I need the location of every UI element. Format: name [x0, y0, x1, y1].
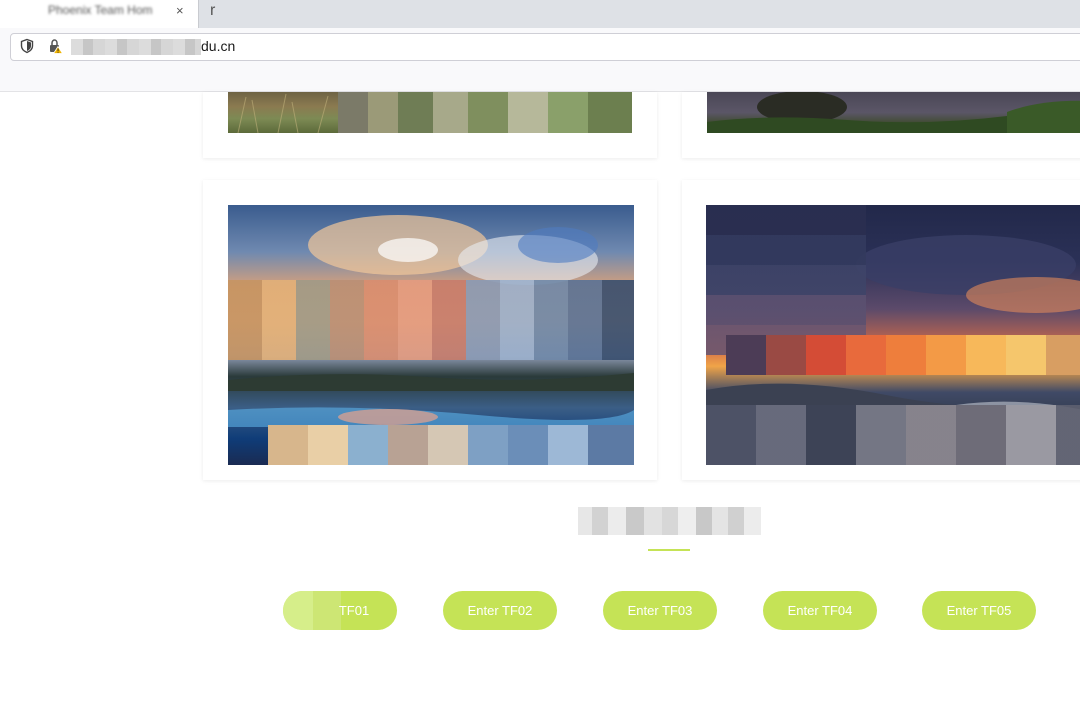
title-underline	[648, 549, 690, 551]
pixelated-region	[706, 405, 1080, 465]
enter-tf05-button[interactable]: Enter TF05	[922, 591, 1036, 630]
new-tab-icon[interactable]: r	[210, 2, 215, 20]
card-image[interactable]	[706, 205, 1080, 465]
pixelated-region	[283, 591, 341, 630]
tab-strip: Phoenix Team Hom × r	[0, 0, 1080, 28]
gallery-card	[203, 92, 657, 158]
enter-tf01-button[interactable]: TF01	[283, 591, 397, 630]
enter-tf02-button[interactable]: Enter TF02	[443, 591, 557, 630]
address-bar[interactable]: du.cn	[10, 33, 1080, 61]
pixelated-region	[726, 335, 1080, 375]
gallery-card	[682, 180, 1080, 480]
gallery-card	[682, 92, 1080, 158]
card-image[interactable]	[228, 205, 634, 465]
lock-warning-icon[interactable]	[47, 38, 63, 54]
pixelated-region	[228, 280, 634, 360]
browser-tab[interactable]: Phoenix Team Hom ×	[0, 0, 199, 28]
pixelated-region	[706, 205, 866, 355]
url-redacted	[71, 39, 201, 55]
button-label: Enter TF03	[627, 603, 693, 618]
button-label: TF01	[338, 603, 370, 618]
button-label: Enter TF04	[787, 603, 853, 618]
pixelated-region	[268, 425, 634, 465]
enter-tf04-button[interactable]: Enter TF04	[763, 591, 877, 630]
tab-title: Phoenix Team Hom	[48, 3, 153, 17]
card-image[interactable]	[228, 92, 632, 133]
button-label: Enter TF02	[467, 603, 533, 618]
browser-toolbar: du.cn	[0, 28, 1080, 92]
enter-tf03-button[interactable]: Enter TF03	[603, 591, 717, 630]
section-title	[578, 507, 761, 535]
url-text: du.cn	[201, 38, 236, 54]
close-icon[interactable]: ×	[176, 3, 184, 18]
shield-icon[interactable]	[19, 38, 35, 54]
button-label: Enter TF05	[946, 603, 1012, 618]
gallery-card	[203, 180, 657, 480]
pixelated-region	[338, 92, 632, 133]
card-image[interactable]	[707, 92, 1080, 133]
